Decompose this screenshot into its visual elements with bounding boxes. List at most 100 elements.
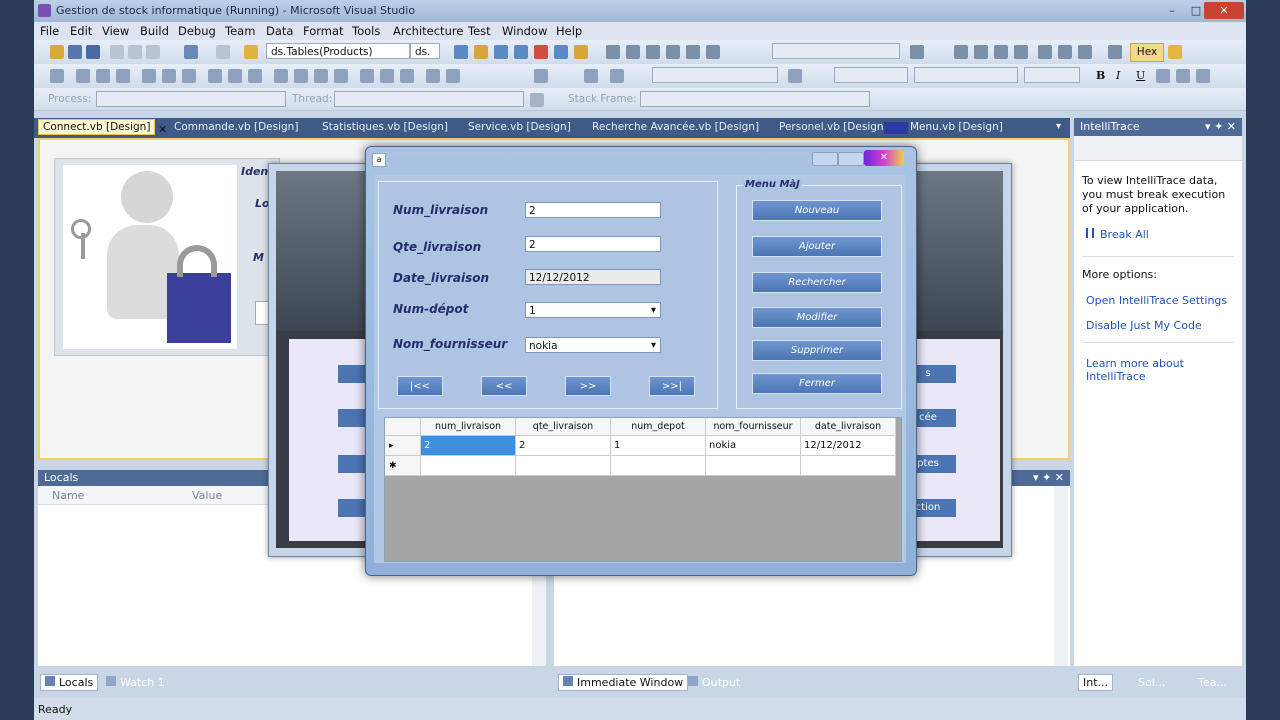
- vertical-spacing-icon[interactable]: [360, 69, 374, 83]
- supprimer-button[interactable]: Supprimer: [752, 340, 882, 361]
- tab-statistiques-design[interactable]: Statistiques.vb [Design]: [322, 121, 448, 133]
- hex-toggle-button[interactable]: Hex: [1130, 43, 1164, 62]
- align-rights-icon[interactable]: [116, 69, 130, 83]
- fermer-button[interactable]: Fermer: [752, 373, 882, 394]
- extension-manager-icon[interactable]: [554, 45, 568, 59]
- menu-help[interactable]: Help: [556, 24, 582, 38]
- nouveau-button[interactable]: Nouveau: [752, 200, 882, 221]
- format-icon[interactable]: [610, 69, 624, 83]
- font-color-icon[interactable]: [788, 69, 802, 83]
- open-file-icon[interactable]: [50, 45, 64, 59]
- breakpoint-icon[interactable]: [910, 45, 924, 59]
- properties-icon[interactable]: [474, 45, 488, 59]
- input-num-livraison[interactable]: 2: [525, 202, 661, 218]
- underline-icon[interactable]: U: [1136, 69, 1145, 82]
- send-to-back-icon[interactable]: [446, 69, 460, 83]
- menu-data[interactable]: Data: [266, 24, 293, 38]
- stop-debugging-icon[interactable]: [994, 45, 1008, 59]
- close-button[interactable]: ✕: [1204, 2, 1244, 19]
- menu-build[interactable]: Build: [140, 24, 169, 38]
- menu-architecture[interactable]: Architecture: [393, 24, 463, 38]
- grid-new-cell[interactable]: [611, 456, 706, 476]
- dialog-maximize-button[interactable]: [838, 152, 864, 166]
- grid-col-num-depot[interactable]: num_depot: [611, 418, 706, 436]
- align-lefts-icon[interactable]: [76, 69, 90, 83]
- grid-col-date-livraison[interactable]: date_livraison: [801, 418, 896, 436]
- tab-order-icon[interactable]: [584, 69, 598, 83]
- menu-edit[interactable]: Edit: [70, 24, 92, 38]
- paste-icon[interactable]: [146, 45, 160, 59]
- align-right-icon[interactable]: [646, 45, 660, 59]
- menu-view[interactable]: View: [102, 24, 129, 38]
- align-bottoms-icon[interactable]: [182, 69, 196, 83]
- step-into-icon[interactable]: [1038, 45, 1052, 59]
- cut-icon[interactable]: [110, 45, 124, 59]
- panel-controls-icon[interactable]: ▾ ✦ ✕: [1205, 118, 1236, 136]
- grid-col-num-livraison[interactable]: num_livraison: [421, 418, 516, 436]
- align-left-icon[interactable]: [606, 45, 620, 59]
- size-to-grid-icon[interactable]: [274, 69, 288, 83]
- solution-config-combo[interactable]: [772, 43, 900, 59]
- grid-cell[interactable]: 2: [421, 436, 516, 456]
- start-page-icon[interactable]: [534, 45, 548, 59]
- open-intellitrace-settings-link[interactable]: Open IntelliTrace Settings: [1086, 294, 1227, 307]
- tab-team-explorer[interactable]: Tea...: [1198, 676, 1227, 689]
- menu-team[interactable]: Team: [225, 24, 255, 38]
- disable-just-my-code-link[interactable]: Disable Just My Code: [1086, 319, 1202, 332]
- dialog-minimize-button[interactable]: [812, 152, 838, 166]
- lock-controls-icon[interactable]: [534, 69, 548, 83]
- make-same-width-icon[interactable]: [208, 69, 222, 83]
- tab-service-design[interactable]: Service.vb [Design]: [468, 121, 571, 133]
- step-over-icon[interactable]: [1058, 45, 1072, 59]
- nav-next-button[interactable]: >>: [565, 376, 611, 396]
- tab-output[interactable]: Output: [688, 676, 740, 689]
- align-middle-icon[interactable]: [686, 45, 700, 59]
- font-name-combo[interactable]: [652, 67, 778, 83]
- grid-new-row-header[interactable]: ✱: [385, 456, 421, 476]
- bring-to-front-icon[interactable]: [426, 69, 440, 83]
- restart-icon[interactable]: [1014, 45, 1028, 59]
- align-bottom-icon[interactable]: [706, 45, 720, 59]
- select-num-depot[interactable]: 1: [525, 302, 661, 319]
- copy-icon[interactable]: [128, 45, 142, 59]
- menu-format[interactable]: Format: [303, 24, 344, 38]
- horizontal-spacing-icon[interactable]: [294, 69, 308, 83]
- align-middles-icon[interactable]: [162, 69, 176, 83]
- quickwatch-icon[interactable]: [1108, 45, 1122, 59]
- grid-col-nom-fournisseur[interactable]: nom_fournisseur: [706, 418, 801, 436]
- tab-connect-design[interactable]: Connect.vb [Design]: [38, 119, 156, 135]
- save-icon[interactable]: [68, 45, 82, 59]
- grid-cell[interactable]: nokia: [706, 436, 801, 456]
- modifier-button[interactable]: Modifier: [752, 307, 882, 328]
- nav-last-button[interactable]: >>|: [649, 376, 695, 396]
- tab-commande-design[interactable]: Commande.vb [Design]: [174, 121, 298, 133]
- pause-icon[interactable]: [1086, 228, 1094, 238]
- grid-new-cell[interactable]: [801, 456, 896, 476]
- justify-left-icon[interactable]: [1156, 69, 1170, 83]
- grid-cell[interactable]: 2: [516, 436, 611, 456]
- pointer-icon[interactable]: [50, 69, 64, 83]
- tab-intellitrace[interactable]: Int...: [1078, 674, 1114, 691]
- tab-personel-design[interactable]: Personel.vb [Design]: [779, 121, 888, 133]
- hex-options-icon[interactable]: [1168, 45, 1182, 59]
- command-window-icon[interactable]: [574, 45, 588, 59]
- align-centers-icon[interactable]: [96, 69, 110, 83]
- tab-locals[interactable]: Locals: [40, 674, 99, 691]
- tab-solution-explorer[interactable]: Sol...: [1138, 676, 1165, 689]
- tab-watch1[interactable]: Watch 1: [106, 676, 165, 689]
- undo-icon[interactable]: [184, 45, 198, 59]
- input-qte-livraison[interactable]: 2: [525, 236, 661, 252]
- continue-icon[interactable]: [954, 45, 968, 59]
- tab-recherche-avancee-design[interactable]: Recherche Avancée.vb [Design]: [592, 121, 759, 133]
- dialog-close-button[interactable]: ✕: [864, 150, 904, 166]
- find-icon[interactable]: [244, 45, 258, 59]
- size-combo[interactable]: [1024, 67, 1080, 83]
- italic-icon[interactable]: I: [1116, 69, 1120, 82]
- grid-cell[interactable]: 1: [611, 436, 706, 456]
- minimize-button[interactable]: –: [1160, 2, 1184, 19]
- center-vertically-icon[interactable]: [400, 69, 414, 83]
- close-tab-icon[interactable]: ✕: [158, 123, 167, 136]
- nav-previous-button[interactable]: <<: [481, 376, 527, 396]
- rechercher-button[interactable]: Rechercher: [752, 272, 882, 293]
- select-nom-fournisseur[interactable]: nokia: [525, 337, 661, 354]
